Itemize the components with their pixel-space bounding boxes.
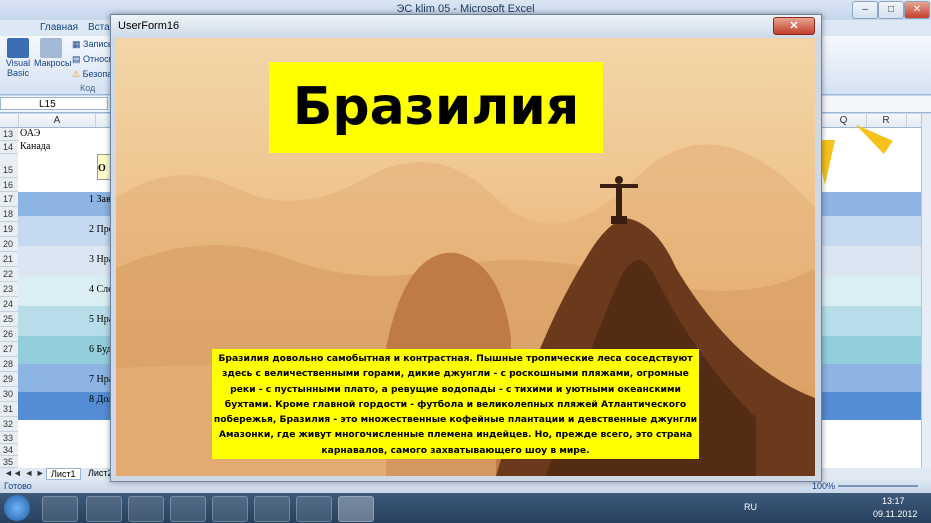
userform-title: UserForm16 <box>118 20 180 32</box>
question-1[interactable]: 1 Зав <box>89 194 111 205</box>
brazil-photo: Бразилия Бразилия довольно самобытная и … <box>116 38 815 476</box>
row-header[interactable]: 25 <box>0 312 18 327</box>
row-header[interactable]: 16 <box>0 178 18 192</box>
country-description: Бразилия довольно самобытная и контрастн… <box>212 349 699 459</box>
cell-a14[interactable]: Канада <box>20 141 50 152</box>
row-header[interactable]: 32 <box>0 417 18 432</box>
macros-button[interactable]: Макросы <box>34 38 72 68</box>
taskbar-app-icon[interactable] <box>86 496 122 522</box>
userform-close-button[interactable]: ✕ <box>773 17 815 35</box>
userform-window: UserForm16 ✕ Бразилия Бразилия довольно … <box>110 14 822 482</box>
row-header[interactable]: 26 <box>0 327 18 342</box>
question-6[interactable]: 6 Буд <box>89 344 111 355</box>
row-header[interactable]: 14 <box>0 141 18 154</box>
row-header[interactable]: 19 <box>0 222 18 237</box>
chrome-icon[interactable] <box>212 496 248 522</box>
relative-references-button[interactable]: ▤ Относи <box>72 54 114 65</box>
sheet-tab-1[interactable]: Лист1 <box>46 468 81 480</box>
row-header[interactable]: 15 <box>0 154 18 178</box>
taskbar-app-icon[interactable] <box>170 496 206 522</box>
name-box[interactable]: L15 <box>0 97 108 110</box>
row-header[interactable]: 29 <box>0 372 18 387</box>
relative-icon: ▤ <box>72 54 81 64</box>
row-header[interactable]: 13 <box>0 128 18 141</box>
clock-date[interactable]: 09.11.2012 <box>873 509 917 519</box>
start-button-icon[interactable] <box>4 495 30 521</box>
row-header[interactable]: 34 <box>0 444 18 456</box>
column-a-header[interactable]: A <box>19 114 96 127</box>
language-indicator[interactable]: RU <box>744 502 757 512</box>
row-header[interactable]: 20 <box>0 237 18 252</box>
userform-title-bar[interactable]: UserForm16 ✕ <box>111 15 821 37</box>
row-header[interactable]: 23 <box>0 282 18 297</box>
code-group-label: Код <box>80 83 96 93</box>
warning-icon: ⚠ <box>72 69 81 79</box>
taskbar-app-icon[interactable] <box>128 496 164 522</box>
row-header[interactable]: 35 <box>0 456 18 468</box>
zoom-slider[interactable] <box>838 485 918 487</box>
row-header[interactable]: 27 <box>0 342 18 357</box>
select-all-corner[interactable] <box>0 114 19 127</box>
taskbar-app-icon[interactable] <box>42 496 78 522</box>
visual-basic-icon <box>7 38 29 58</box>
taskbar: RU 13:17 09.11.2012 <box>0 493 931 523</box>
word-icon[interactable] <box>296 496 332 522</box>
zoom-level[interactable]: 100% <box>812 481 835 491</box>
visual-basic-button[interactable]: Visual Basic <box>4 38 32 78</box>
clock-time[interactable]: 13:17 <box>882 496 905 506</box>
minimize-button[interactable]: – <box>852 1 878 19</box>
window-close-button[interactable]: ✕ <box>904 1 930 19</box>
row-header[interactable]: 30 <box>0 387 18 402</box>
row-header[interactable]: 21 <box>0 252 18 267</box>
record-macro-button[interactable]: ▦ Запись <box>72 39 113 50</box>
record-icon: ▦ <box>72 39 81 49</box>
macros-icon <box>40 38 62 58</box>
tab-insert[interactable]: Вставка <box>88 22 110 33</box>
row-header[interactable]: 31 <box>0 402 18 417</box>
status-ready: Готово <box>4 481 32 491</box>
explorer-icon[interactable] <box>254 496 290 522</box>
maximize-button[interactable]: □ <box>878 1 904 19</box>
vertical-scrollbar[interactable] <box>921 114 931 468</box>
row-header[interactable]: 33 <box>0 432 18 444</box>
row-header[interactable]: 24 <box>0 297 18 312</box>
row-header[interactable]: 18 <box>0 207 18 222</box>
column-r-header[interactable]: R <box>866 114 907 127</box>
country-heading: Бразилия <box>269 62 603 153</box>
cell-a13[interactable]: ОАЭ <box>20 128 40 139</box>
excel-icon[interactable] <box>338 496 374 522</box>
row-header[interactable]: 22 <box>0 267 18 282</box>
row-header[interactable]: 17 <box>0 192 18 207</box>
tab-home[interactable]: Главная <box>40 22 78 33</box>
row-header[interactable]: 28 <box>0 357 18 372</box>
